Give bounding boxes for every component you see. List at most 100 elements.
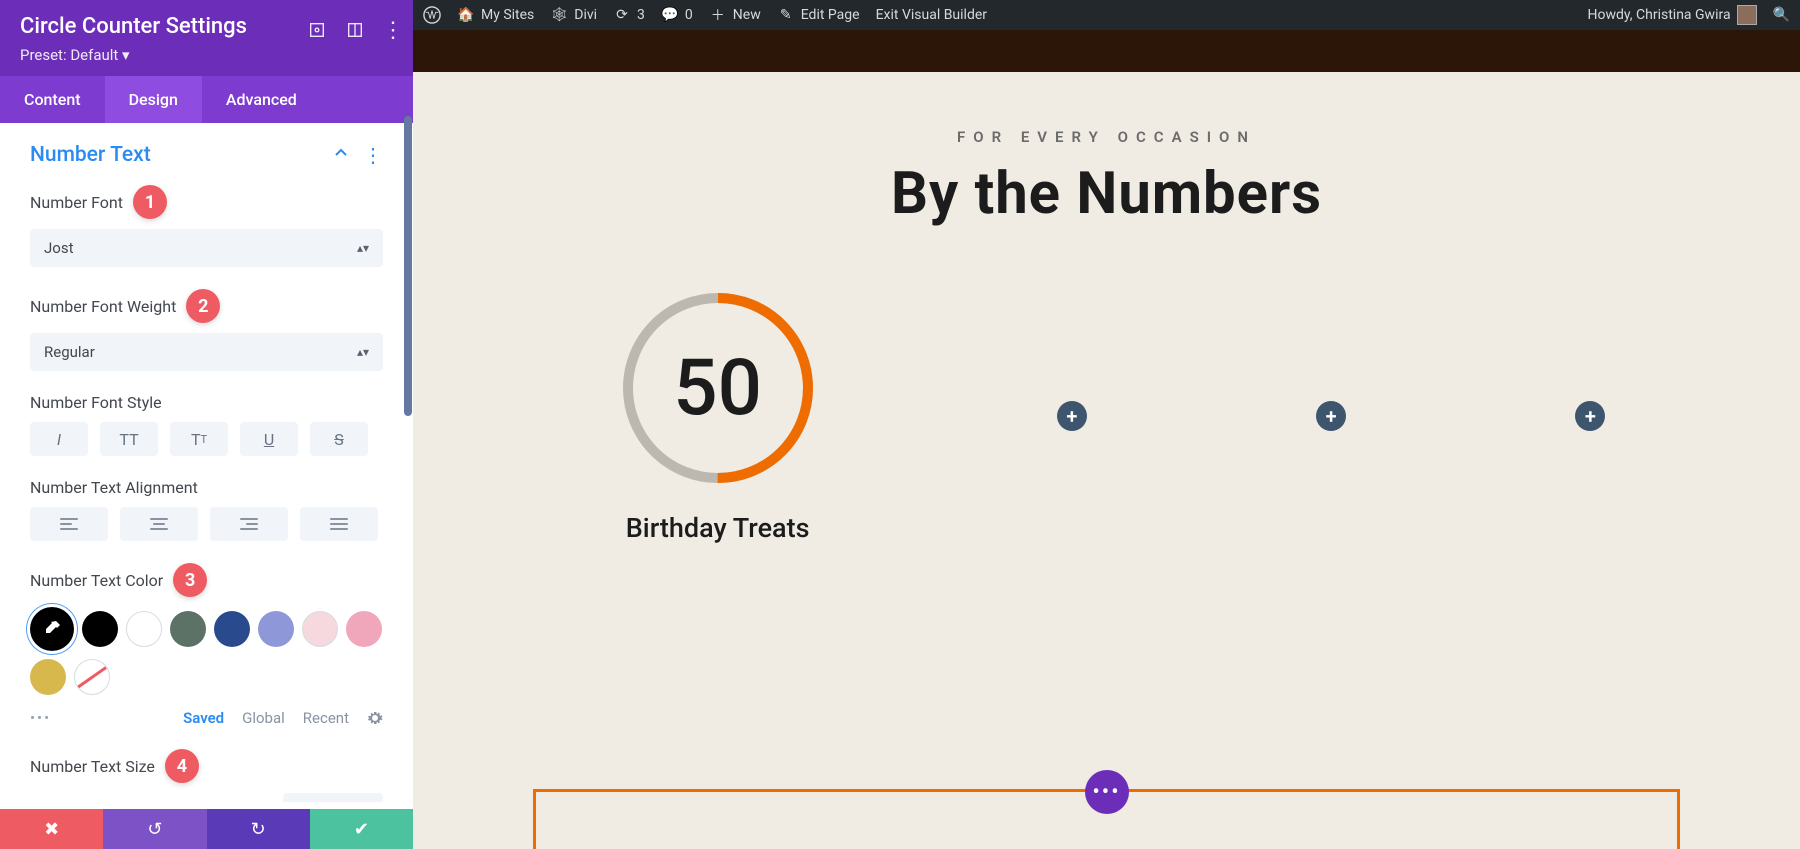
site-link[interactable]: 🕸Divi [550,6,597,24]
swatch-navy[interactable] [214,611,250,647]
save-button[interactable]: ✔ [310,809,413,849]
align-right-button[interactable] [210,507,288,541]
search-icon[interactable]: 🔍 [1773,7,1790,23]
section-more-icon[interactable]: ⋮ [363,143,383,167]
expand-icon[interactable] [307,20,327,40]
redo-button[interactable]: ↻ [207,809,310,849]
avatar [1737,5,1757,25]
page-preview: FOR EVERY OCCASION By the Numbers 50 Bir… [413,72,1800,849]
label-text-alignment: Number Text Alignment [30,478,198,497]
wp-logo-icon[interactable] [423,6,441,24]
updates-link[interactable]: ⟳3 [613,6,645,24]
sites-icon: 🏠 [457,6,475,24]
style-strikethrough-button[interactable]: S [310,422,368,456]
circle-counter-module[interactable]: 50 Birthday Treats [608,288,828,544]
align-justify-button[interactable] [300,507,378,541]
field-number-font-style: Number Font Style I TT TT U S [30,393,383,456]
update-icon: ⟳ [613,6,631,24]
annotation-badge-2: 2 [186,289,220,323]
annotation-badge-1: 1 [133,185,167,219]
swatch-black[interactable] [82,611,118,647]
section-title: Number Text [30,143,151,167]
select-weight-value: Regular [44,343,95,361]
add-module-button-1[interactable]: + [1057,401,1087,431]
swatch-more-icon[interactable]: ••• [30,709,51,727]
section-outline[interactable]: ••• [533,789,1680,849]
swatch-tab-global[interactable]: Global [242,709,285,727]
align-center-button[interactable] [120,507,198,541]
style-uppercase-button[interactable]: TT [100,422,158,456]
comments-link[interactable]: 💬0 [661,6,693,24]
new-link[interactable]: ＋New [709,6,761,24]
label-text-color: Number Text Color [30,571,163,590]
swatch-none[interactable] [74,659,110,695]
howdy-user[interactable]: Howdy, Christina Gwira [1588,5,1757,25]
wp-admin-bar: 🏠My Sites 🕸Divi ⟳3 💬0 ＋New ✎Edit Page Ex… [413,0,1800,30]
section-handle-button[interactable]: ••• [1085,770,1129,814]
swatch-white[interactable] [126,611,162,647]
swatch-pink[interactable] [346,611,382,647]
undo-button[interactable]: ↺ [103,809,206,849]
add-module-button-3[interactable]: + [1575,401,1605,431]
select-font-value: Jost [44,239,73,257]
kicker-text: FOR EVERY OCCASION [413,128,1800,146]
chevron-updown-icon: ▴▾ [357,241,369,255]
label-number-font: Number Font [30,193,123,212]
tab-advanced[interactable]: Advanced [202,76,321,123]
field-number-text-size: Number Text Size 4 72px [30,749,383,802]
swatch-periwinkle[interactable] [258,611,294,647]
edit-page-link[interactable]: ✎Edit Page [777,6,860,24]
label-number-font-weight: Number Font Weight [30,297,176,316]
eyedropper-swatch[interactable] [30,607,74,651]
settings-panel: Circle Counter Settings Preset: Default … [0,0,413,849]
style-underline-button[interactable]: U [240,422,298,456]
exit-builder-link[interactable]: Exit Visual Builder [876,7,987,23]
label-number-font-style: Number Font Style [30,393,162,412]
tab-design[interactable]: Design [105,76,202,123]
comment-icon: 💬 [661,6,679,24]
section-header[interactable]: Number Text ⋮ [30,143,383,167]
header-band [413,30,1800,72]
dashboard-icon: 🕸 [550,6,568,24]
swatch-gold[interactable] [30,659,66,695]
tab-content[interactable]: Content [0,76,105,123]
label-text-size: Number Text Size [30,757,155,776]
style-italic-button[interactable]: I [30,422,88,456]
field-number-font-weight: Number Font Weight 2 Regular ▴▾ [30,289,383,371]
counter-label: Birthday Treats [626,512,810,544]
gear-icon[interactable] [367,710,383,726]
swatch-tab-saved[interactable]: Saved [183,709,224,727]
plus-icon: ＋ [709,6,727,24]
collapse-icon[interactable] [333,143,349,167]
panel-header: Circle Counter Settings Preset: Default … [0,0,413,76]
chevron-updown-icon: ▴▾ [357,345,369,359]
style-smallcaps-button[interactable]: TT [170,422,228,456]
panel-scrollbar[interactable] [404,116,412,416]
counter-row: 50 Birthday Treats + + + [413,288,1800,544]
more-icon[interactable]: ⋮ [383,20,403,40]
add-module-button-2[interactable]: + [1316,401,1346,431]
my-sites-link[interactable]: 🏠My Sites [457,6,534,24]
pencil-icon: ✎ [777,6,795,24]
select-number-font[interactable]: Jost ▴▾ [30,229,383,267]
swatch-tab-recent[interactable]: Recent [303,709,349,727]
field-number-text-alignment: Number Text Alignment [30,478,383,541]
swatch-green[interactable] [170,611,206,647]
align-left-button[interactable] [30,507,108,541]
panel-body: Number Text ⋮ Number Font 1 Jost ▴▾ Numb… [0,123,413,802]
preview-area: 🏠My Sites 🕸Divi ⟳3 💬0 ＋New ✎Edit Page Ex… [413,0,1800,849]
color-swatch-row [30,607,383,695]
responsive-icon[interactable] [345,20,365,40]
headline-text: By the Numbers [413,160,1800,228]
counter-number: 50 [618,288,818,488]
annotation-badge-3: 3 [173,563,207,597]
panel-tabs: Content Design Advanced [0,76,413,123]
annotation-badge-4: 4 [165,749,199,783]
cancel-button[interactable]: ✖ [0,809,103,849]
select-number-font-weight[interactable]: Regular ▴▾ [30,333,383,371]
field-number-text-color: Number Text Color 3 ••• Saved [30,563,383,727]
panel-actions: ✖ ↺ ↻ ✔ [0,809,413,849]
size-value-input[interactable]: 72px [283,793,383,802]
preset-selector[interactable]: Preset: Default ▾ [20,46,393,64]
swatch-blush[interactable] [302,611,338,647]
